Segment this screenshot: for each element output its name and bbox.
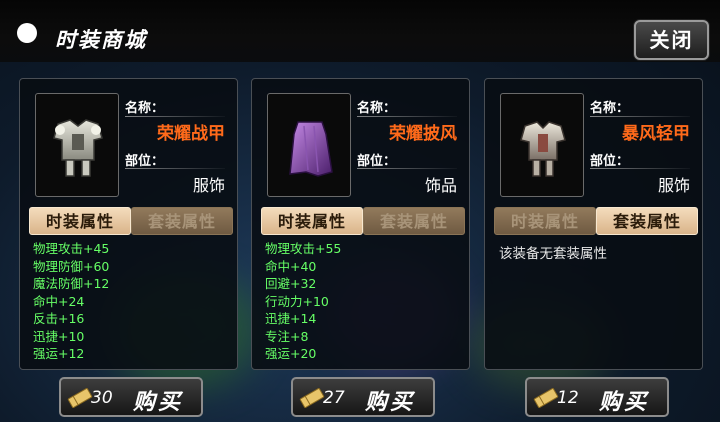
item-portrait: [35, 93, 119, 197]
stat-line: 魔法防御+12: [33, 276, 110, 291]
slot-label: 部位：: [125, 154, 165, 169]
name-label: 名称：: [125, 101, 165, 116]
name-label: 名称：: [590, 101, 630, 116]
tab-fashion-attributes[interactable]: 时装属性: [29, 207, 131, 235]
tab-fashion-attributes[interactable]: 时装属性: [261, 207, 363, 235]
buy-button[interactable]: 30 购买: [59, 377, 203, 417]
item-card: 名称： 暴风轻甲 部位： 服饰 时装属性 套装属性 该装备无套装属性: [484, 78, 703, 370]
slot-label: 部位：: [590, 154, 630, 169]
top-bar: 时装商城 关闭: [0, 0, 720, 62]
slot-label: 部位：: [357, 154, 397, 169]
price-value: 30: [91, 388, 113, 408]
buy-button[interactable]: 27 购买: [291, 377, 435, 417]
stat-line: 命中+24: [33, 293, 85, 309]
price-value: 12: [557, 388, 579, 408]
stat-line: 命中+40: [265, 258, 317, 274]
no-set-attributes-text: 该装备无套装属性: [499, 246, 607, 262]
item-slot: 服饰: [657, 176, 690, 195]
item-name: 荣耀战甲: [157, 124, 225, 144]
buy-label: 购买: [599, 390, 650, 415]
light-armor-icon: [520, 121, 566, 177]
divider: [590, 116, 690, 117]
stat-line: 强运+20: [265, 346, 317, 361]
item-portrait: [267, 93, 351, 197]
stat-line: 物理攻击+55: [265, 241, 342, 256]
close-button[interactable]: 关闭: [634, 20, 709, 60]
item-card: 名称： 荣耀披风 部位： 饰品 时装属性 套装属性 物理攻击+55 命中+40 …: [251, 78, 470, 370]
stat-list: 物理攻击+55 命中+40 回避+32 行动力+10 迅捷+14 专注+8 强运…: [265, 240, 460, 368]
coupon-icon: [533, 388, 559, 408]
stat-line: 行动力+10: [265, 293, 329, 309]
stat-line: 反击+16: [33, 311, 85, 326]
stat-line: 迅捷+10: [33, 328, 85, 344]
stat-line: 强运+12: [33, 346, 85, 361]
item-portrait: [500, 93, 584, 197]
purple-cape-icon: [289, 121, 333, 177]
divider: [125, 116, 225, 117]
divider: [357, 168, 457, 169]
tab-set-attributes[interactable]: 套装属性: [363, 207, 465, 235]
price-value: 27: [323, 388, 345, 408]
stat-line: 迅捷+14: [265, 311, 317, 326]
stat-line: 物理攻击+45: [33, 241, 110, 256]
stat-line: 物理防御+60: [33, 258, 110, 274]
item-name: 荣耀披风: [389, 124, 457, 144]
page-title: 时装商城: [55, 28, 147, 52]
title-bullet-icon: [17, 23, 37, 43]
buy-button[interactable]: 12 购买: [525, 377, 669, 417]
buy-label: 购买: [133, 390, 184, 415]
coupon-icon: [67, 388, 93, 408]
divider: [125, 168, 225, 169]
stat-list: 物理攻击+45 物理防御+60 魔法防御+12 命中+24 反击+16 迅捷+1…: [33, 240, 228, 368]
tab-set-attributes[interactable]: 套装属性: [596, 207, 698, 235]
coupon-icon: [299, 388, 325, 408]
silver-armor-icon: [53, 119, 103, 177]
tab-set-attributes[interactable]: 套装属性: [131, 207, 233, 235]
buy-label: 购买: [365, 390, 416, 415]
item-slot: 饰品: [424, 176, 457, 195]
divider: [357, 116, 457, 117]
stat-line: 专注+8: [265, 328, 309, 344]
item-card: 名称： 荣耀战甲 部位： 服饰 时装属性 套装属性 物理攻击+45 物理防御+6…: [19, 78, 238, 370]
stat-line: 回避+32: [265, 276, 317, 291]
divider: [590, 168, 690, 169]
item-name: 暴风轻甲: [622, 124, 690, 144]
name-label: 名称：: [357, 101, 397, 116]
item-slot: 服饰: [192, 176, 225, 195]
tab-fashion-attributes[interactable]: 时装属性: [494, 207, 596, 235]
